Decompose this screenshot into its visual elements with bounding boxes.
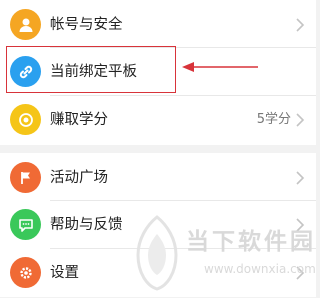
menu-item-account-security[interactable]: 帐号与安全: [0, 0, 316, 50]
menu-item-earn-credits[interactable]: 赚取学分 5学分: [0, 95, 316, 145]
watermark-logo-icon: [136, 215, 178, 291]
arrow-left-icon: [182, 62, 258, 72]
watermark-text: 当下软件园: [186, 229, 316, 255]
chevron-right-icon: [296, 171, 305, 185]
menu-item-label: 设置: [50, 265, 79, 281]
menu-item-label: 活动广场: [50, 170, 108, 186]
person-icon: [10, 9, 41, 40]
coin-icon: [10, 104, 41, 135]
watermark-url: www.downxia.com: [204, 262, 316, 276]
credits-value: 5学分: [256, 112, 291, 127]
chevron-right-icon: [296, 18, 305, 32]
message-icon: [10, 209, 41, 240]
flag-icon: [10, 162, 41, 193]
menu-item-activity-square[interactable]: 活动广场: [0, 153, 316, 203]
menu-item-label: 帐号与安全: [50, 17, 123, 33]
gear-icon: [10, 257, 41, 288]
chevron-right-icon: [296, 113, 305, 127]
highlight-box: [6, 46, 176, 93]
menu-item-label: 赚取学分: [50, 112, 108, 128]
menu-item-label: 帮助与反馈: [50, 217, 123, 233]
